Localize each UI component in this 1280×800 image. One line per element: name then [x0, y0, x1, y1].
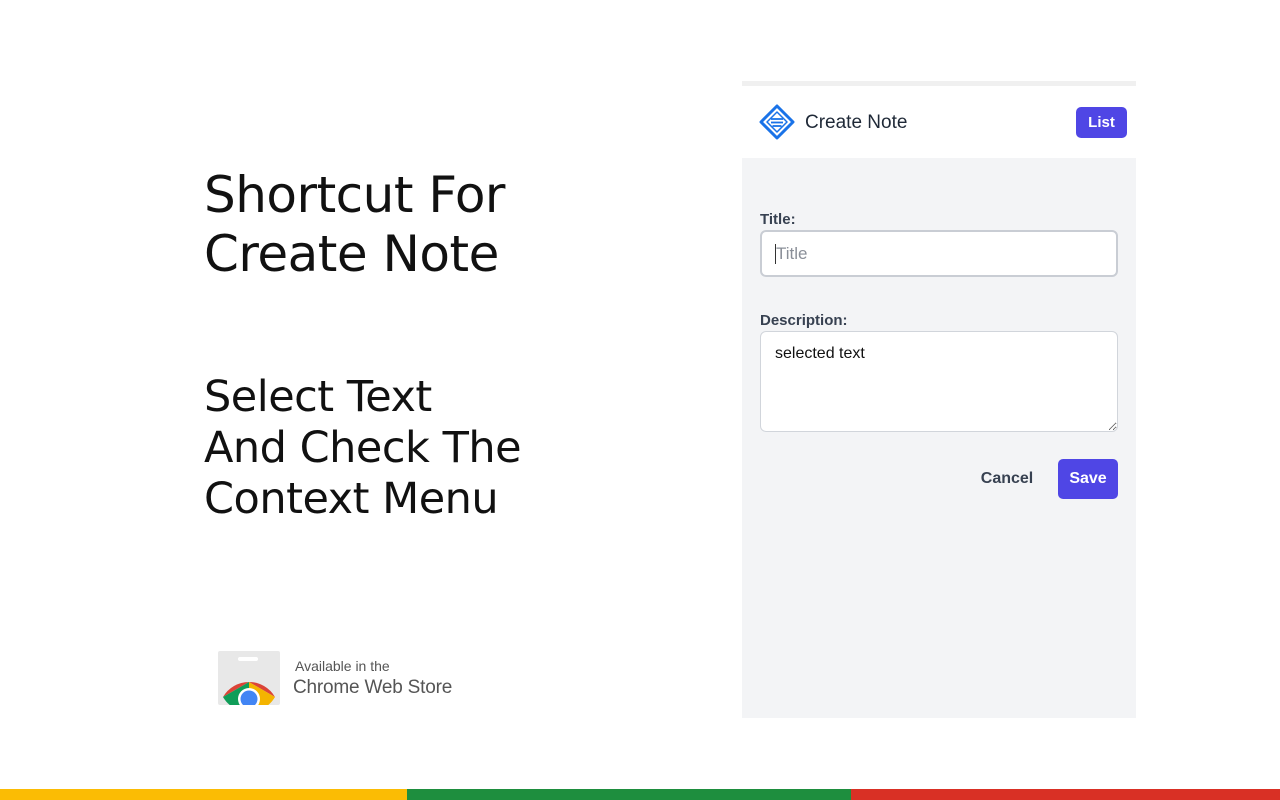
description-label: Description:	[760, 312, 848, 329]
popup-title: Create Note	[805, 112, 908, 133]
headline-line-2: Create Note	[204, 225, 499, 283]
chrome-web-store-badge[interactable]: Available in the Chrome Web Store	[218, 651, 478, 705]
text-caret	[775, 244, 776, 264]
popup-header: Create Note List	[742, 86, 1136, 158]
color-bar-red	[851, 789, 1280, 800]
store-badge-line-1: Available in the	[295, 658, 390, 674]
color-bar-green	[407, 789, 851, 800]
chrome-web-store-icon	[218, 651, 280, 705]
promo-subline: Select Text And Check The Context Menu	[204, 372, 664, 525]
subline-line-2: And Check The	[204, 423, 522, 473]
title-label: Title:	[760, 211, 796, 228]
subline-line-1: Select Text	[204, 372, 432, 422]
promo-headline: Shortcut For Create Note	[204, 166, 664, 284]
save-button[interactable]: Save	[1058, 459, 1118, 499]
description-textarea[interactable]: selected text	[760, 331, 1118, 432]
headline-line-1: Shortcut For	[204, 166, 505, 224]
store-badge-line-2: Chrome Web Store	[293, 677, 453, 698]
subline-line-3: Context Menu	[204, 474, 499, 524]
create-note-popup: Create Note List Title: Description: sel…	[742, 81, 1136, 718]
color-bar-yellow	[0, 789, 407, 800]
cancel-button[interactable]: Cancel	[974, 459, 1040, 499]
list-button[interactable]: List	[1076, 107, 1127, 138]
title-input[interactable]	[760, 230, 1118, 277]
google-color-bar	[0, 789, 1280, 800]
note-diamond-icon	[759, 104, 795, 140]
